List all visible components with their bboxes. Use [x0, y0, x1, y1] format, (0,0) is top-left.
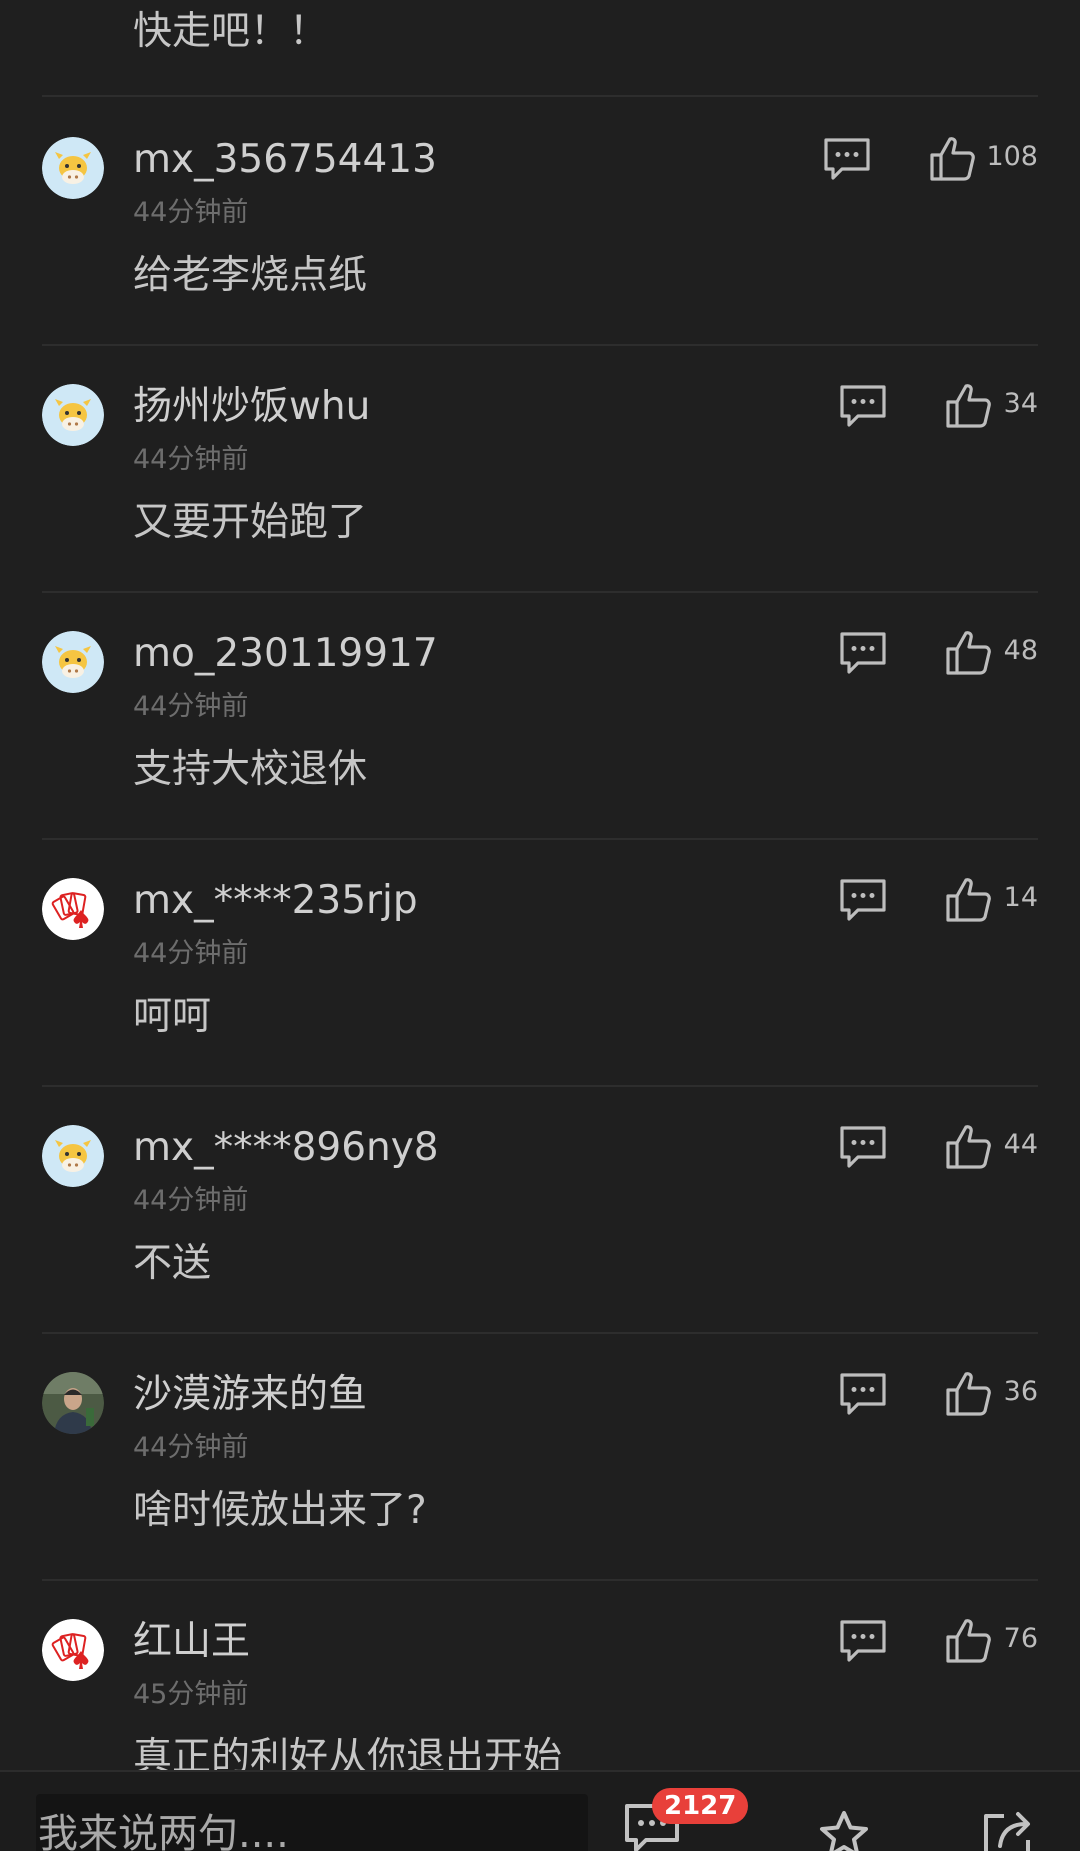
comment-feed[interactable]: 快走吧！！ mx_356754413 44分钟前 给老李烧点纸 108 扬州炒饭whu 4…: [0, 0, 1080, 1770]
comment-username[interactable]: 沙漠游来的鱼: [133, 1370, 367, 1420]
comment-text: 真正的利好从你退出开始: [133, 1735, 563, 1770]
avatar[interactable]: [42, 137, 104, 199]
comment-username[interactable]: mx_356754413: [133, 135, 437, 185]
comment-input[interactable]: 我来说两句....: [36, 1794, 588, 1851]
comment-time: 44分钟前: [133, 1185, 249, 1216]
comment-text: 支持大校退休: [133, 747, 368, 792]
reply-icon[interactable]: [839, 1619, 887, 1663]
star-icon[interactable]: [816, 1810, 872, 1851]
like-icon[interactable]: [944, 382, 992, 430]
comment-count-badge: 2127: [652, 1788, 749, 1824]
cow-avatar-icon: [42, 1125, 104, 1187]
cow-avatar-icon: [42, 137, 104, 199]
comment-time: 44分钟前: [133, 691, 249, 722]
avatar[interactable]: [42, 1619, 104, 1681]
reply-icon[interactable]: [839, 878, 887, 922]
reply-icon[interactable]: [823, 137, 871, 181]
comment-item[interactable]: mx_****235rjp 44分钟前呵呵 14: [0, 838, 1080, 1085]
comment-time: 44分钟前: [133, 197, 249, 228]
comment-item[interactable]: mx_****896ny8 44分钟前不送 44: [0, 1085, 1080, 1332]
partial-comment-text: 快走吧！！: [133, 9, 329, 54]
avatar[interactable]: [42, 1372, 104, 1434]
comment-text: 啥时候放出来了?: [133, 1488, 427, 1533]
like-count: 76: [1003, 1623, 1038, 1654]
playing-cards-avatar-icon: [42, 1619, 104, 1681]
comment-username[interactable]: mo_230119917: [133, 629, 438, 679]
comment-input-placeholder: 我来说两句....: [38, 1811, 289, 1851]
comment-time: 44分钟前: [133, 1432, 249, 1463]
comment-item[interactable]: 扬州炒饭whu 44分钟前又要开始跑了 34: [0, 344, 1080, 591]
avatar[interactable]: [42, 1125, 104, 1187]
comment-item[interactable]: 沙漠游来的鱼 44分钟前啥时候放出来了? 36: [0, 1332, 1080, 1579]
comment-item[interactable]: 红山王 45分钟前真正的利好从你退出开始 76: [0, 1579, 1080, 1770]
like-count: 14: [1003, 882, 1038, 913]
like-count: 34: [1003, 388, 1038, 419]
avatar[interactable]: [42, 878, 104, 940]
like-icon[interactable]: [944, 1123, 992, 1171]
comment-time: 44分钟前: [133, 444, 249, 475]
photo-avatar-icon: [42, 1372, 104, 1434]
comment-username[interactable]: 扬州炒饭whu: [133, 382, 370, 432]
reply-icon[interactable]: [839, 631, 887, 675]
like-icon[interactable]: [944, 876, 992, 924]
comment-text: 不送: [133, 1241, 212, 1286]
reply-icon[interactable]: [839, 1125, 887, 1169]
like-count: 36: [1003, 1376, 1038, 1407]
bottom-bar: 我来说两句.... 2127: [0, 1770, 1080, 1851]
cow-avatar-icon: [42, 631, 104, 693]
share-icon[interactable]: [980, 1808, 1036, 1851]
like-count: 108: [986, 141, 1038, 172]
comment-username[interactable]: mx_****896ny8: [133, 1123, 439, 1173]
cow-avatar-icon: [42, 384, 104, 446]
avatar[interactable]: [42, 631, 104, 693]
comment-text: 给老李烧点纸: [133, 253, 368, 298]
comment-username[interactable]: mx_****235rjp: [133, 876, 418, 926]
like-icon[interactable]: [944, 1617, 992, 1665]
comment-text: 呵呵: [133, 994, 212, 1039]
avatar[interactable]: [42, 384, 104, 446]
like-icon[interactable]: [928, 135, 976, 183]
reply-icon[interactable]: [839, 1372, 887, 1416]
comment-time: 44分钟前: [133, 938, 249, 969]
comment-item[interactable]: mx_356754413 44分钟前给老李烧点纸 108: [0, 97, 1080, 344]
reply-icon[interactable]: [839, 384, 887, 428]
like-icon[interactable]: [944, 1370, 992, 1418]
like-count: 44: [1003, 1129, 1038, 1160]
comment-time: 45分钟前: [133, 1679, 249, 1710]
like-icon[interactable]: [944, 629, 992, 677]
playing-cards-avatar-icon: [42, 878, 104, 940]
like-count: 48: [1003, 635, 1038, 666]
comment-text: 又要开始跑了: [133, 500, 368, 545]
comment-username[interactable]: 红山王: [133, 1617, 250, 1667]
comment-item[interactable]: mo_230119917 44分钟前支持大校退休 48: [0, 591, 1080, 838]
